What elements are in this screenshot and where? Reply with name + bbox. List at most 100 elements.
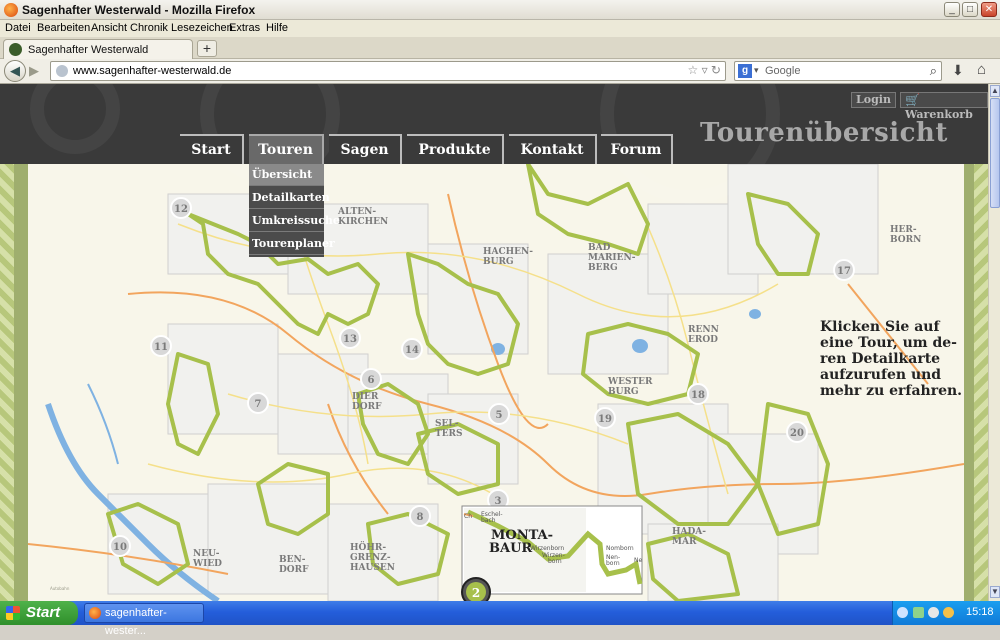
- map-tile: [207, 483, 329, 595]
- menu-bearbeiten[interactable]: Bearbeiten: [37, 22, 90, 34]
- info-line: eine Tour, um de-: [820, 335, 957, 351]
- highlight-place: Wirzenborn: [530, 545, 564, 552]
- highlight-place: Nomborn: [606, 545, 634, 552]
- cart-button[interactable]: 🛒Warenkorb: [900, 92, 988, 121]
- svg-text:12: 12: [174, 204, 188, 215]
- back-button[interactable]: ◀: [4, 60, 26, 82]
- network-icon[interactable]: [913, 607, 924, 618]
- nav-produkte[interactable]: Produkte: [407, 134, 504, 164]
- search-placeholder: Google: [765, 65, 801, 77]
- town-label: SEL-TERS: [435, 419, 463, 439]
- map-instructions: Klicken Sie auf eine Tour, um de- ren De…: [820, 319, 963, 399]
- forward-button[interactable]: ▶: [29, 63, 39, 79]
- minimize-button[interactable]: _: [944, 2, 960, 17]
- tour-badge-11[interactable]: 11: [150, 335, 172, 357]
- menu-datei[interactable]: Datei: [5, 22, 31, 34]
- download-icon[interactable]: ⬇: [952, 62, 964, 79]
- firefox-icon: [89, 607, 101, 619]
- info-line: ren Detailkarte: [820, 351, 941, 367]
- taskbar-item-label: sagenhafter-wester...: [105, 607, 167, 637]
- nav-touren[interactable]: Touren: [249, 134, 324, 164]
- nav-forum[interactable]: Forum: [601, 134, 673, 164]
- navigation-toolbar: ◀ ▶ www.sagenhafter-westerwald.de ☆ ▿ ↻ …: [0, 59, 1000, 84]
- volume-icon[interactable]: [928, 607, 939, 618]
- window-title: Sagenhafter Westerwald - Mozilla Firefox: [22, 3, 256, 17]
- svg-text:10: 10: [113, 542, 127, 553]
- taskbar-item-firefox[interactable]: sagenhafter-wester...: [84, 603, 204, 637]
- dropdown-detailkarten[interactable]: Detailkarten: [249, 187, 330, 209]
- dropdown-umkreissuche[interactable]: Umkreissuche: [249, 210, 340, 232]
- svg-text:19: 19: [598, 414, 612, 425]
- home-icon[interactable]: ⌂: [977, 61, 986, 78]
- tour-badge-7[interactable]: 7: [247, 392, 269, 414]
- maximize-button[interactable]: □: [962, 2, 978, 17]
- menu-ansicht[interactable]: Ansicht: [91, 22, 127, 34]
- site-header: Login 🛒Warenkorb Tourenübersicht Start T…: [0, 84, 988, 204]
- nav-kontakt[interactable]: Kontakt: [509, 134, 597, 164]
- url-text: www.sagenhafter-westerwald.de: [73, 65, 232, 77]
- menu-lesezeichen[interactable]: Lesezeichen: [171, 22, 233, 34]
- tour-badge-8[interactable]: 8: [409, 505, 431, 527]
- info-line: Klicken Sie auf: [820, 319, 940, 335]
- scrollbar-thumb[interactable]: [990, 98, 1000, 208]
- svg-text:6: 6: [368, 375, 375, 386]
- new-tab-button[interactable]: +: [197, 40, 217, 57]
- menu-extras[interactable]: Extras: [229, 22, 260, 34]
- tab-label: Sagenhafter Westerwald: [28, 44, 149, 56]
- login-button[interactable]: Login: [851, 92, 896, 108]
- svg-text:5: 5: [496, 410, 503, 421]
- highlighted-tour-montabaur[interactable]: Ch Eschel-bach MONTA-BAUR Wirzenborn Wir…: [461, 505, 643, 601]
- search-icon[interactable]: ⌕: [930, 63, 937, 79]
- menu-chronik[interactable]: Chronik: [130, 22, 168, 34]
- start-label: Start: [26, 604, 61, 621]
- tour-badge-19[interactable]: 19: [594, 407, 616, 429]
- tour-badge-18[interactable]: 18: [687, 383, 709, 405]
- nav-start[interactable]: Start: [180, 134, 244, 164]
- tour-badge-12[interactable]: 12: [170, 197, 192, 219]
- menu-hilfe[interactable]: Hilfe: [266, 22, 288, 34]
- system-clock: 15:18: [966, 606, 994, 618]
- tour-badge-13[interactable]: 13: [339, 327, 361, 349]
- info-line: aufzurufen und: [820, 367, 942, 383]
- tab-bar: Sagenhafter Westerwald +: [0, 37, 1000, 59]
- autobahn-label: Autobahn: [50, 586, 70, 591]
- security-icon[interactable]: [943, 607, 954, 618]
- tab-sagenhafter-westerwald[interactable]: Sagenhafter Westerwald: [3, 39, 193, 59]
- windows-taskbar: Start sagenhafter-wester... 15:18: [0, 601, 1000, 637]
- google-icon[interactable]: g: [738, 64, 752, 78]
- dropdown-tourenplaner[interactable]: Tourenplaner: [249, 233, 335, 255]
- header-ornament: [30, 84, 120, 154]
- highlight-place: Ch: [464, 513, 472, 520]
- close-button[interactable]: ✕: [981, 2, 997, 17]
- left-decoration-strip: [14, 164, 28, 601]
- highlight-place: Ne: [634, 557, 642, 564]
- svg-text:18: 18: [691, 390, 705, 401]
- tour-badge-14[interactable]: 14: [401, 338, 423, 360]
- search-bar[interactable]: g ▾ Google ⌕: [734, 61, 942, 81]
- svg-text:7: 7: [255, 399, 262, 410]
- search-engine-dropdown-icon[interactable]: ▾: [754, 65, 759, 76]
- url-bar[interactable]: www.sagenhafter-westerwald.de ☆ ▿ ↻: [50, 61, 726, 81]
- map-tile: [167, 323, 279, 435]
- tour-badge-17[interactable]: 17: [833, 259, 855, 281]
- dropdown-uebersicht[interactable]: Übersicht: [249, 164, 324, 186]
- window-title-bar: Sagenhafter Westerwald - Mozilla Firefox…: [0, 0, 1000, 20]
- tour-badge-20[interactable]: 20: [786, 421, 808, 443]
- menu-bar: Datei Bearbeiten Ansicht Chronik Lesezei…: [0, 20, 1000, 37]
- tour-badge-6[interactable]: 6: [360, 368, 382, 390]
- tour-badge-10[interactable]: 10: [109, 535, 131, 557]
- info-line: mehr zu erfahren.: [820, 383, 963, 399]
- windows-logo-icon: [6, 606, 20, 620]
- scroll-down-icon[interactable]: ▼: [990, 586, 1000, 598]
- tour-badge-5[interactable]: 5: [488, 403, 510, 425]
- vertical-scrollbar[interactable]: ▲ ▼: [988, 84, 1000, 601]
- tray-arrow-icon[interactable]: [897, 607, 908, 618]
- page-viewport: ALTEN-KIRCHEN HACHEN-BURG BAD MARIEN-BERG…: [0, 84, 988, 601]
- firefox-icon: [4, 3, 18, 17]
- scroll-up-icon[interactable]: ▲: [990, 85, 1000, 97]
- bookmark-star-icon[interactable]: ☆ ▿ ↻: [687, 63, 721, 77]
- start-button[interactable]: Start: [0, 601, 78, 625]
- svg-text:14: 14: [405, 345, 419, 356]
- nav-sagen[interactable]: Sagen: [329, 134, 402, 164]
- svg-text:20: 20: [790, 428, 804, 439]
